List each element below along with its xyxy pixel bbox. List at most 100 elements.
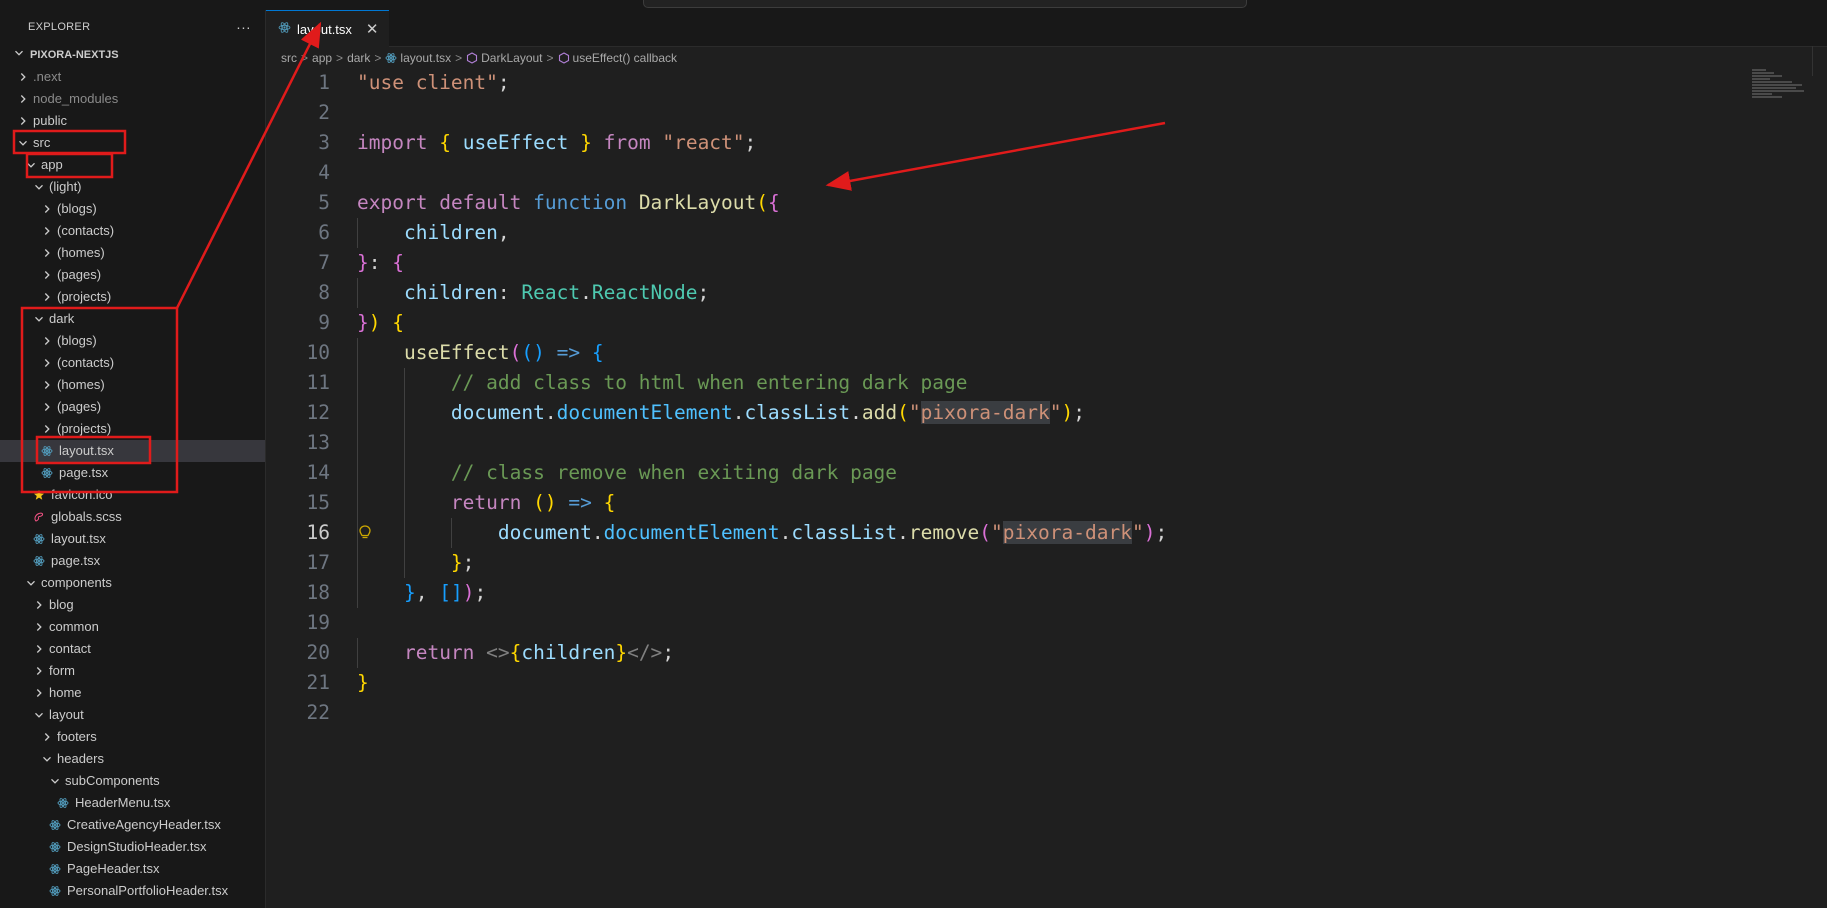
code-line[interactable]: 17 }; [266, 548, 1746, 578]
chevron-down-icon [32, 710, 46, 720]
breadcrumb-item[interactable]: layout.tsx [400, 51, 451, 65]
tree-item-label: public [33, 113, 67, 128]
breadcrumb-item[interactable]: src [281, 51, 297, 65]
folder-pages[interactable]: (pages) [0, 264, 265, 286]
folder-light[interactable]: (light) [0, 176, 265, 198]
line-number: 18 [306, 581, 330, 604]
tree-item-label: form [49, 663, 75, 678]
code-line[interactable]: 7}: { [266, 248, 1746, 278]
code-line[interactable]: 11 // add class to html when entering da… [266, 368, 1746, 398]
code-line[interactable]: 3 import { useEffect } from "react"; [266, 128, 1746, 158]
code-token: { [603, 491, 616, 514]
code-line[interactable]: 13 [266, 428, 1746, 458]
code-token: { [591, 341, 604, 364]
folder-common[interactable]: common [0, 616, 265, 638]
code-token: } [357, 311, 369, 334]
folder-contacts[interactable]: (contacts) [0, 352, 265, 374]
file-globals-scss[interactable]: globals.scss [0, 506, 265, 528]
code-line[interactable]: 9}) { [266, 308, 1746, 338]
file-favicon-ico[interactable]: favicon.ico [0, 484, 265, 506]
close-icon[interactable]: ✕ [366, 20, 379, 38]
code-line[interactable]: 8 children: React.ReactNode; [266, 278, 1746, 308]
code-token: } [450, 551, 463, 574]
code-token: : [368, 251, 393, 274]
tree-item-label: contact [49, 641, 91, 656]
code-token: <> [486, 641, 510, 664]
folder-blogs[interactable]: (blogs) [0, 198, 265, 220]
code-line[interactable]: 4 [266, 158, 1746, 188]
tab-layout-tsx[interactable]: layout.tsx ✕ [266, 10, 389, 47]
breadcrumb-item[interactable]: dark [347, 51, 370, 65]
tree-item-label: page.tsx [59, 465, 109, 480]
code-content: } [357, 668, 369, 698]
file-pageheader-tsx[interactable]: PageHeader.tsx [0, 858, 265, 880]
code-token: . [897, 521, 909, 544]
folder-node-modules[interactable]: node_modules [0, 88, 265, 110]
folder-homes[interactable]: (homes) [0, 242, 265, 264]
folder-src[interactable]: src [0, 132, 265, 154]
code-token: => [556, 341, 581, 364]
code-line[interactable]: 2 [266, 98, 1746, 128]
folder-projects[interactable]: (projects) [0, 286, 265, 308]
breadcrumb-item[interactable]: app [312, 51, 332, 65]
file-headermenu-tsx[interactable]: HeaderMenu.tsx [0, 792, 265, 814]
folder-subcomponents[interactable]: subComponents [0, 770, 265, 792]
folder-dark[interactable]: dark [0, 308, 265, 330]
folder-blog[interactable]: blog [0, 594, 265, 616]
code-line[interactable]: 14 // class remove when exiting dark pag… [266, 458, 1746, 488]
code-token: export [357, 191, 428, 214]
project-root[interactable]: PIXORA-NEXTJS [0, 44, 265, 66]
folder-components[interactable]: components [0, 572, 265, 594]
code-line[interactable]: 16 document.documentElement.classList.re… [266, 518, 1746, 548]
code-editor[interactable]: 1 "use client"; 2 3 import { useEffect } fro… [266, 68, 1746, 728]
file-page-tsx[interactable]: page.tsx [0, 462, 265, 484]
code-line[interactable]: 18 }, []); [266, 578, 1746, 608]
code-line[interactable]: 12 document.documentElement.classList.ad… [266, 398, 1746, 428]
minimap[interactable] [1752, 68, 1812, 128]
code-line[interactable]: 15 return () => { [266, 488, 1746, 518]
folder-app[interactable]: app [0, 154, 265, 176]
folder-blogs[interactable]: (blogs) [0, 330, 265, 352]
line-number: 14 [306, 461, 330, 484]
code-line[interactable]: 22 [266, 698, 1746, 728]
folder-pages[interactable]: (pages) [0, 396, 265, 418]
code-token: // add class to html when entering dark … [450, 371, 968, 394]
command-center[interactable] [643, 0, 1247, 8]
breadcrumb-item[interactable]: DarkLayout [481, 51, 542, 65]
folder-form[interactable]: form [0, 660, 265, 682]
breadcrumb-item[interactable]: useEffect() callback [573, 51, 678, 65]
code-line[interactable]: 5 export default function DarkLayout({ [266, 188, 1746, 218]
code-line[interactable]: 6 children, [266, 218, 1746, 248]
code-line[interactable]: 10 useEffect(() => { [266, 338, 1746, 368]
file-page-tsx[interactable]: page.tsx [0, 550, 265, 572]
folder-public[interactable]: public [0, 110, 265, 132]
file-personalportfolioheader-tsx[interactable]: PersonalPortfolioHeader.tsx [0, 880, 265, 902]
folder-homes[interactable]: (homes) [0, 374, 265, 396]
code-token: . [580, 281, 592, 304]
overview-ruler[interactable] [1812, 46, 1827, 76]
folder-layout[interactable]: layout [0, 704, 265, 726]
file-designstudioheader-tsx[interactable]: DesignStudioHeader.tsx [0, 836, 265, 858]
folder-home[interactable]: home [0, 682, 265, 704]
file-layout-tsx[interactable]: layout.tsx [0, 528, 265, 550]
tree-item-label: src [33, 135, 51, 150]
folder-contact[interactable]: contact [0, 638, 265, 660]
folder-contacts[interactable]: (contacts) [0, 220, 265, 242]
more-actions-icon[interactable]: ··· [236, 19, 251, 35]
code-line[interactable]: 1 "use client"; [266, 68, 1746, 98]
folder-headers[interactable]: headers [0, 748, 265, 770]
line-number: 1 [318, 71, 330, 94]
file-creativeagencyheader-tsx[interactable]: CreativeAgencyHeader.tsx [0, 814, 265, 836]
sass-icon [32, 511, 46, 523]
folder-projects[interactable]: (projects) [0, 418, 265, 440]
code-token: ; [474, 581, 487, 604]
folder-next[interactable]: .next [0, 66, 265, 88]
file-layout-tsx[interactable]: layout.tsx [0, 440, 265, 462]
code-line[interactable]: 19 [266, 608, 1746, 638]
folder-footers[interactable]: footers [0, 726, 265, 748]
symbol-method-icon [558, 51, 573, 65]
code-line[interactable]: 20 return <>{children}</>; [266, 638, 1746, 668]
code-content: }; [357, 548, 475, 578]
line-number: 9 [318, 311, 330, 334]
code-line[interactable]: 21} [266, 668, 1746, 698]
